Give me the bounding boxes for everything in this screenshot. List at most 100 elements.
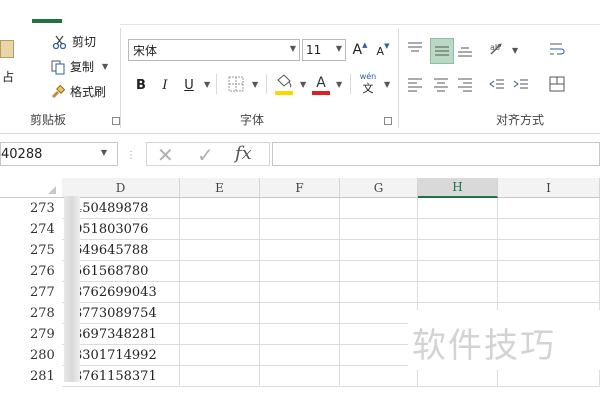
cell-h276[interactable] [418,261,498,282]
copy-dropdown-icon[interactable]: ▼ [102,62,108,71]
row-header[interactable]: 280 [0,345,60,366]
cell-e276[interactable] [180,261,260,282]
cell-h277[interactable] [418,282,498,303]
orientation-dropdown-icon[interactable]: ▼ [512,46,518,55]
phonetic-button[interactable]: wén 文 [358,72,378,98]
font-launcher-icon[interactable] [384,117,392,125]
row-header[interactable]: 279 [0,324,60,345]
row-header[interactable]: 275 [0,240,60,261]
column-header-e[interactable]: E [180,178,260,198]
cell-f278[interactable] [260,303,340,324]
cell-h274[interactable] [418,219,498,240]
merge-center-button[interactable] [548,74,568,96]
merge-center-icon [549,76,565,92]
cell-g276[interactable] [340,261,418,282]
row-header[interactable]: 273 [0,198,60,219]
fill-color-button[interactable] [274,74,296,96]
paint-bucket-icon [277,74,292,88]
font-color-button[interactable]: A [312,74,330,96]
align-right-button[interactable] [456,75,476,95]
orientation-button[interactable]: ab [488,40,508,62]
shrink-font-button[interactable]: A ▼ [374,41,392,61]
cell-f281[interactable] [260,366,340,387]
cell-i274[interactable] [498,219,600,240]
cell-g275[interactable] [340,240,418,261]
font-size-select[interactable]: 11 ▼ [302,39,346,61]
cell-e278[interactable] [180,303,260,324]
row-header[interactable]: 281 [0,366,60,387]
underline-button[interactable]: U [180,75,198,95]
fill-color-swatch [275,91,293,95]
cell-f276[interactable] [260,261,340,282]
borders-dropdown-icon[interactable]: ▼ [252,80,258,89]
italic-button[interactable]: I [156,75,174,95]
cell-f279[interactable] [260,324,340,345]
format-painter-button[interactable]: 格式刷 [50,83,106,100]
cell-g281[interactable] [340,366,418,387]
phonetic-dropdown-icon[interactable]: ▼ [384,80,390,89]
cell-e280[interactable] [180,345,260,366]
cell-e281[interactable] [180,366,260,387]
increase-indent-button[interactable] [512,75,532,95]
row-header[interactable]: 274 [0,219,60,240]
cell-h275[interactable] [418,240,498,261]
grow-font-button[interactable]: A ▲ [350,39,370,61]
cell-i277[interactable] [498,282,600,303]
select-all-corner[interactable] [0,178,62,198]
row-header[interactable]: 277 [0,282,60,303]
cell-h273[interactable] [418,198,498,219]
align-top-button[interactable] [406,40,426,62]
insert-function-button[interactable]: fx [235,143,252,164]
cell-i275[interactable] [498,240,600,261]
cell-e273[interactable] [180,198,260,219]
cell-f274[interactable] [260,219,340,240]
cell-f277[interactable] [260,282,340,303]
cut-button[interactable]: 剪切 [52,33,96,50]
name-box[interactable]: 40288 ▼ [0,142,118,166]
cell-g278[interactable] [340,303,418,324]
cell-e279[interactable] [180,324,260,345]
cell-f275[interactable] [260,240,340,261]
column-header-d[interactable]: D [62,178,180,198]
enter-icon[interactable]: ✓ [197,143,214,167]
cell-i276[interactable] [498,261,600,282]
down-arrow-icon: ▼ [384,42,390,50]
borders-button[interactable] [228,76,244,92]
underline-dropdown-icon[interactable]: ▼ [204,80,210,89]
font-name-select[interactable]: 宋体 ▼ [128,39,300,61]
fill-color-dropdown-icon[interactable]: ▼ [300,80,306,89]
cell-g279[interactable] [340,324,418,345]
paste-button[interactable]: 占 [0,34,20,94]
decrease-indent-button[interactable] [488,75,508,95]
column-header-g[interactable]: G [340,178,418,198]
cell-g273[interactable] [340,198,418,219]
cell-e275[interactable] [180,240,260,261]
bold-button[interactable]: B [132,75,150,95]
align-left-button[interactable] [406,75,426,95]
cell-g277[interactable] [340,282,418,303]
wrap-text-button[interactable] [548,40,568,62]
cell-f273[interactable] [260,198,340,219]
align-bottom-button[interactable] [456,40,476,62]
clipboard-launcher-icon[interactable] [112,117,120,125]
cancel-icon[interactable]: ✕ [157,143,174,167]
copy-button[interactable]: 复制 ▼ [50,58,108,75]
cell-e274[interactable] [180,219,260,240]
column-header-f[interactable]: F [260,178,340,198]
active-tab-indicator [32,19,62,23]
cell-g274[interactable] [340,219,418,240]
cell-g280[interactable] [340,345,418,366]
row-header[interactable]: 278 [0,303,60,324]
cell-f280[interactable] [260,345,340,366]
column-header-h[interactable]: H [418,178,498,198]
align-center-button[interactable] [432,75,452,95]
cell-e277[interactable] [180,282,260,303]
font-color-dropdown-icon[interactable]: ▼ [336,80,342,89]
row-header[interactable]: 276 [0,261,60,282]
phonetic-bottom-label: 文 [362,82,374,95]
phonetic-top-label: wén [359,72,377,81]
cell-i273[interactable] [498,198,600,219]
formula-input[interactable] [272,142,600,166]
column-header-i[interactable]: I [498,178,600,198]
align-middle-button[interactable] [430,38,454,64]
